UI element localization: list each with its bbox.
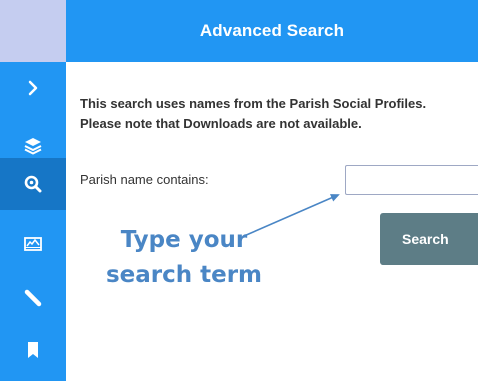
annotation-arrow [243,194,340,237]
annotation-line-2: search term [105,262,263,288]
annotation-line-1: Type your [120,227,248,253]
annotation-callout: Type your search term [104,223,264,293]
